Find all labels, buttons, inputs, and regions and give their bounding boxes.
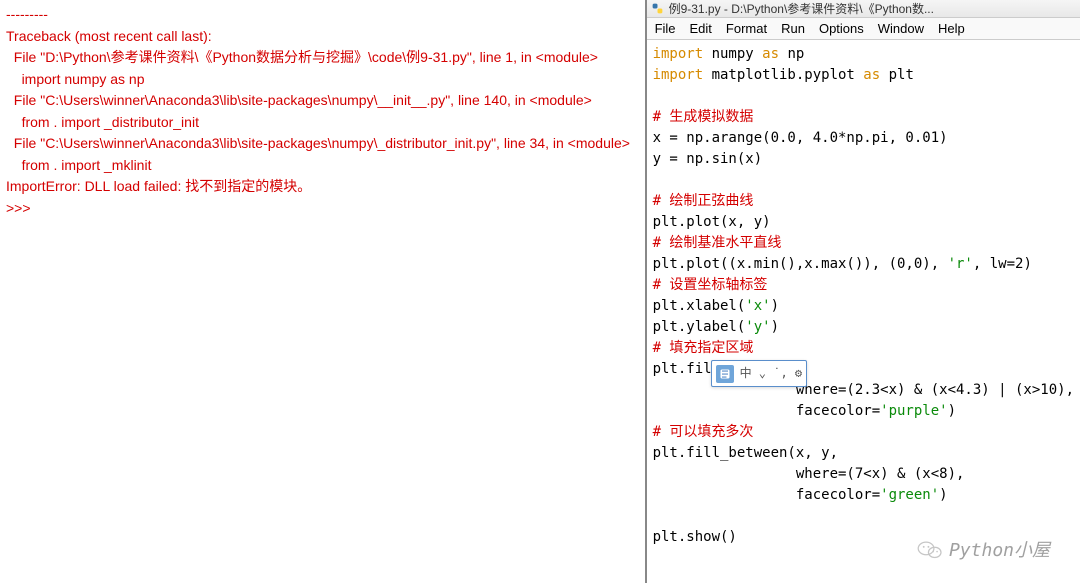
code-line — [653, 86, 1074, 107]
menu-format[interactable]: Format — [726, 21, 767, 36]
editor-pane: 例9-31.py - D:\Python\参考课件资料\《Python数... … — [647, 0, 1080, 583]
menu-window[interactable]: Window — [878, 21, 924, 36]
code-comment: # 生成模拟数据 — [653, 107, 1074, 128]
traceback-output[interactable]: --------- Traceback (most recent call la… — [6, 4, 639, 219]
window-titlebar: 例9-31.py - D:\Python\参考课件资料\《Python数... — [647, 0, 1080, 18]
code-line: plt.plot((x.min(),x.max()), (0,0), 'r', … — [653, 254, 1074, 275]
code-line: plt.ylabel('y') — [653, 317, 1074, 338]
menu-file[interactable]: File — [655, 21, 676, 36]
code-comment: # 绘制正弦曲线 — [653, 191, 1074, 212]
code-line: facecolor='purple') — [653, 401, 1074, 422]
wechat-icon — [917, 539, 943, 561]
trace-line: from . import _distributor_init — [6, 112, 639, 134]
code-comment: # 可以填充多次 — [653, 422, 1074, 443]
code-line: plt.xlabel('x') — [653, 296, 1074, 317]
trace-line: ImportError: DLL load failed: 找不到指定的模块。 — [6, 176, 639, 198]
menu-options[interactable]: Options — [819, 21, 864, 36]
keyword-as: as — [863, 67, 880, 83]
ime-icon[interactable] — [716, 365, 734, 383]
code-comment: # 绘制基准水平直线 — [653, 233, 1074, 254]
code-line — [653, 170, 1074, 191]
python-icon — [651, 2, 665, 16]
code-line: plt.fill_between(x, y, — [653, 443, 1074, 464]
watermark-text: Python小屋 — [949, 540, 1050, 561]
code-line: x = np.arange(0.0, 4.0*np.pi, 0.01) — [653, 128, 1074, 149]
code-line: import matplotlib.pyplot as plt — [653, 65, 1074, 86]
code-line — [653, 506, 1074, 527]
prompt[interactable]: >>> — [6, 198, 639, 220]
code-line: y = np.sin(x) — [653, 149, 1074, 170]
trace-line: import numpy as np — [6, 69, 639, 91]
window-title: 例9-31.py - D:\Python\参考课件资料\《Python数... — [669, 0, 934, 17]
ime-text: 中 ⌄ ˙, ⚙ — [740, 363, 803, 384]
code-line: facecolor='green') — [653, 485, 1074, 506]
keyword-as: as — [762, 46, 779, 62]
trace-line: File "C:\Users\winner\Anaconda3\lib\site… — [6, 90, 639, 112]
separator: --------- — [6, 4, 639, 26]
trace-line: File "D:\Python\参考课件资料\《Python数据分析与挖掘》\c… — [6, 47, 639, 69]
keyword-import: import — [653, 67, 704, 83]
keyword-import: import — [653, 46, 704, 62]
code-editor[interactable]: import numpy as np import matplotlib.pyp… — [647, 40, 1080, 583]
menu-edit[interactable]: Edit — [690, 21, 712, 36]
menu-run[interactable]: Run — [781, 21, 805, 36]
ime-toolbar[interactable]: 中 ⌄ ˙, ⚙ — [711, 360, 808, 387]
code-line: plt.plot(x, y) — [653, 212, 1074, 233]
code-comment: # 填充指定区域 — [653, 338, 1074, 359]
console-pane: --------- Traceback (most recent call la… — [0, 0, 647, 583]
watermark: Python小屋 — [917, 539, 1050, 561]
menu-help[interactable]: Help — [938, 21, 965, 36]
trace-line: File "C:\Users\winner\Anaconda3\lib\site… — [6, 133, 639, 155]
trace-line: Traceback (most recent call last): — [6, 26, 639, 48]
menu-bar: File Edit Format Run Options Window Help — [647, 18, 1080, 40]
code-line: where=(7<x) & (x<8), — [653, 464, 1074, 485]
code-comment: # 设置坐标轴标签 — [653, 275, 1074, 296]
trace-line: from . import _mklinit — [6, 155, 639, 177]
code-line: import numpy as np — [653, 44, 1074, 65]
